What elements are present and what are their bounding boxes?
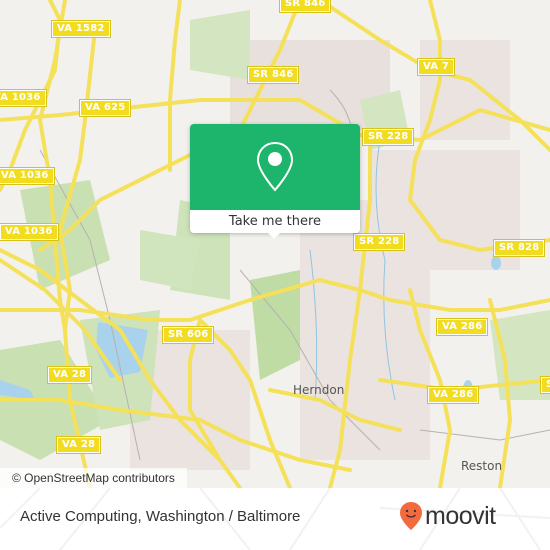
popup-header <box>190 124 360 210</box>
take-me-there-button[interactable]: Take me there <box>190 210 360 233</box>
road-shield: SR 228 <box>361 128 415 146</box>
location-popup: Take me there <box>190 124 360 239</box>
road-shield: VA 1582 <box>51 20 111 38</box>
road-shield: VA 1036 <box>0 223 59 241</box>
popup-pointer <box>267 232 281 239</box>
map-view[interactable]: SR 846 VA 1582 SR 846 VA 7 VA 1036 VA 62… <box>0 0 550 488</box>
road-shield: VA 7 <box>416 58 456 76</box>
road-shield: SR 828 <box>492 239 546 257</box>
road-shield: SR 228 <box>352 233 406 251</box>
map-attribution[interactable]: © OpenStreetMap contributors <box>0 468 187 488</box>
road-shield: SR 846 <box>278 0 332 13</box>
road-shield: VA 286 <box>426 386 480 404</box>
map-pin-icon <box>256 141 294 192</box>
moovit-wordmark: moovit <box>425 502 496 530</box>
moovit-pin-icon <box>400 502 422 530</box>
road-shield: VA 1036 <box>0 167 55 185</box>
road-shield: VA 28 <box>55 436 102 454</box>
road-shield: VA 28 <box>46 366 93 384</box>
road-shield: VA 286 <box>435 318 489 336</box>
place-label-reston: Reston <box>461 459 503 473</box>
moovit-logo[interactable]: moovit <box>399 501 496 531</box>
place-label-herndon: Herndon <box>293 383 345 397</box>
road-shield: SR 606 <box>161 326 215 344</box>
road-shield: SR 846 <box>246 66 300 84</box>
road-shield: VA 625 <box>78 99 132 117</box>
footer-bar: Active Computing, Washington / Baltimore… <box>0 488 550 550</box>
road-shield: SR <box>539 376 550 394</box>
road-shield: VA 1036 <box>0 89 47 107</box>
location-title: Active Computing, Washington / Baltimore <box>20 508 301 525</box>
